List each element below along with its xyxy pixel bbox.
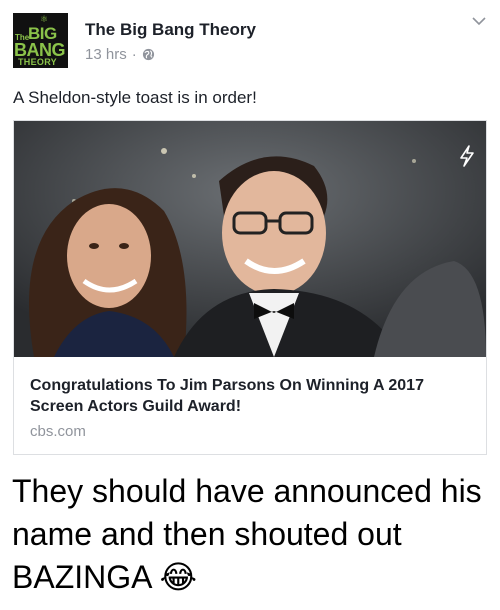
post-text: A Sheldon-style toast is in order! (13, 88, 257, 107)
post-timestamp[interactable]: 13 hrs (85, 46, 127, 63)
link-domain: cbs.com (30, 423, 86, 440)
post-meta: 13 hrs · (85, 46, 155, 63)
globe-icon (142, 48, 154, 61)
lightning-bolt-icon[interactable] (454, 143, 480, 169)
meta-separator: · (131, 46, 137, 63)
logo-theory: THEORY (18, 57, 57, 67)
chevron-down-icon[interactable] (470, 12, 488, 30)
link-preview-card[interactable]: Congratulations To Jim Parsons On Winnin… (13, 120, 487, 455)
tears-of-joy-emoji-icon: 😂 (159, 558, 197, 596)
caption-text: They should have announced his name and … (12, 473, 482, 595)
link-title[interactable]: Congratulations To Jim Parsons On Winnin… (30, 375, 470, 417)
photo-illustration (14, 121, 486, 357)
page-logo[interactable]: ⚛ The BIG BANG THEORY (13, 13, 68, 68)
meme-caption: They should have announced his name and … (12, 470, 492, 599)
page-name-link[interactable]: The Big Bang Theory (85, 20, 256, 40)
post-header: ⚛ The BIG BANG THEORY The Big Bang Theor… (0, 0, 500, 82)
link-photo[interactable] (14, 121, 486, 357)
